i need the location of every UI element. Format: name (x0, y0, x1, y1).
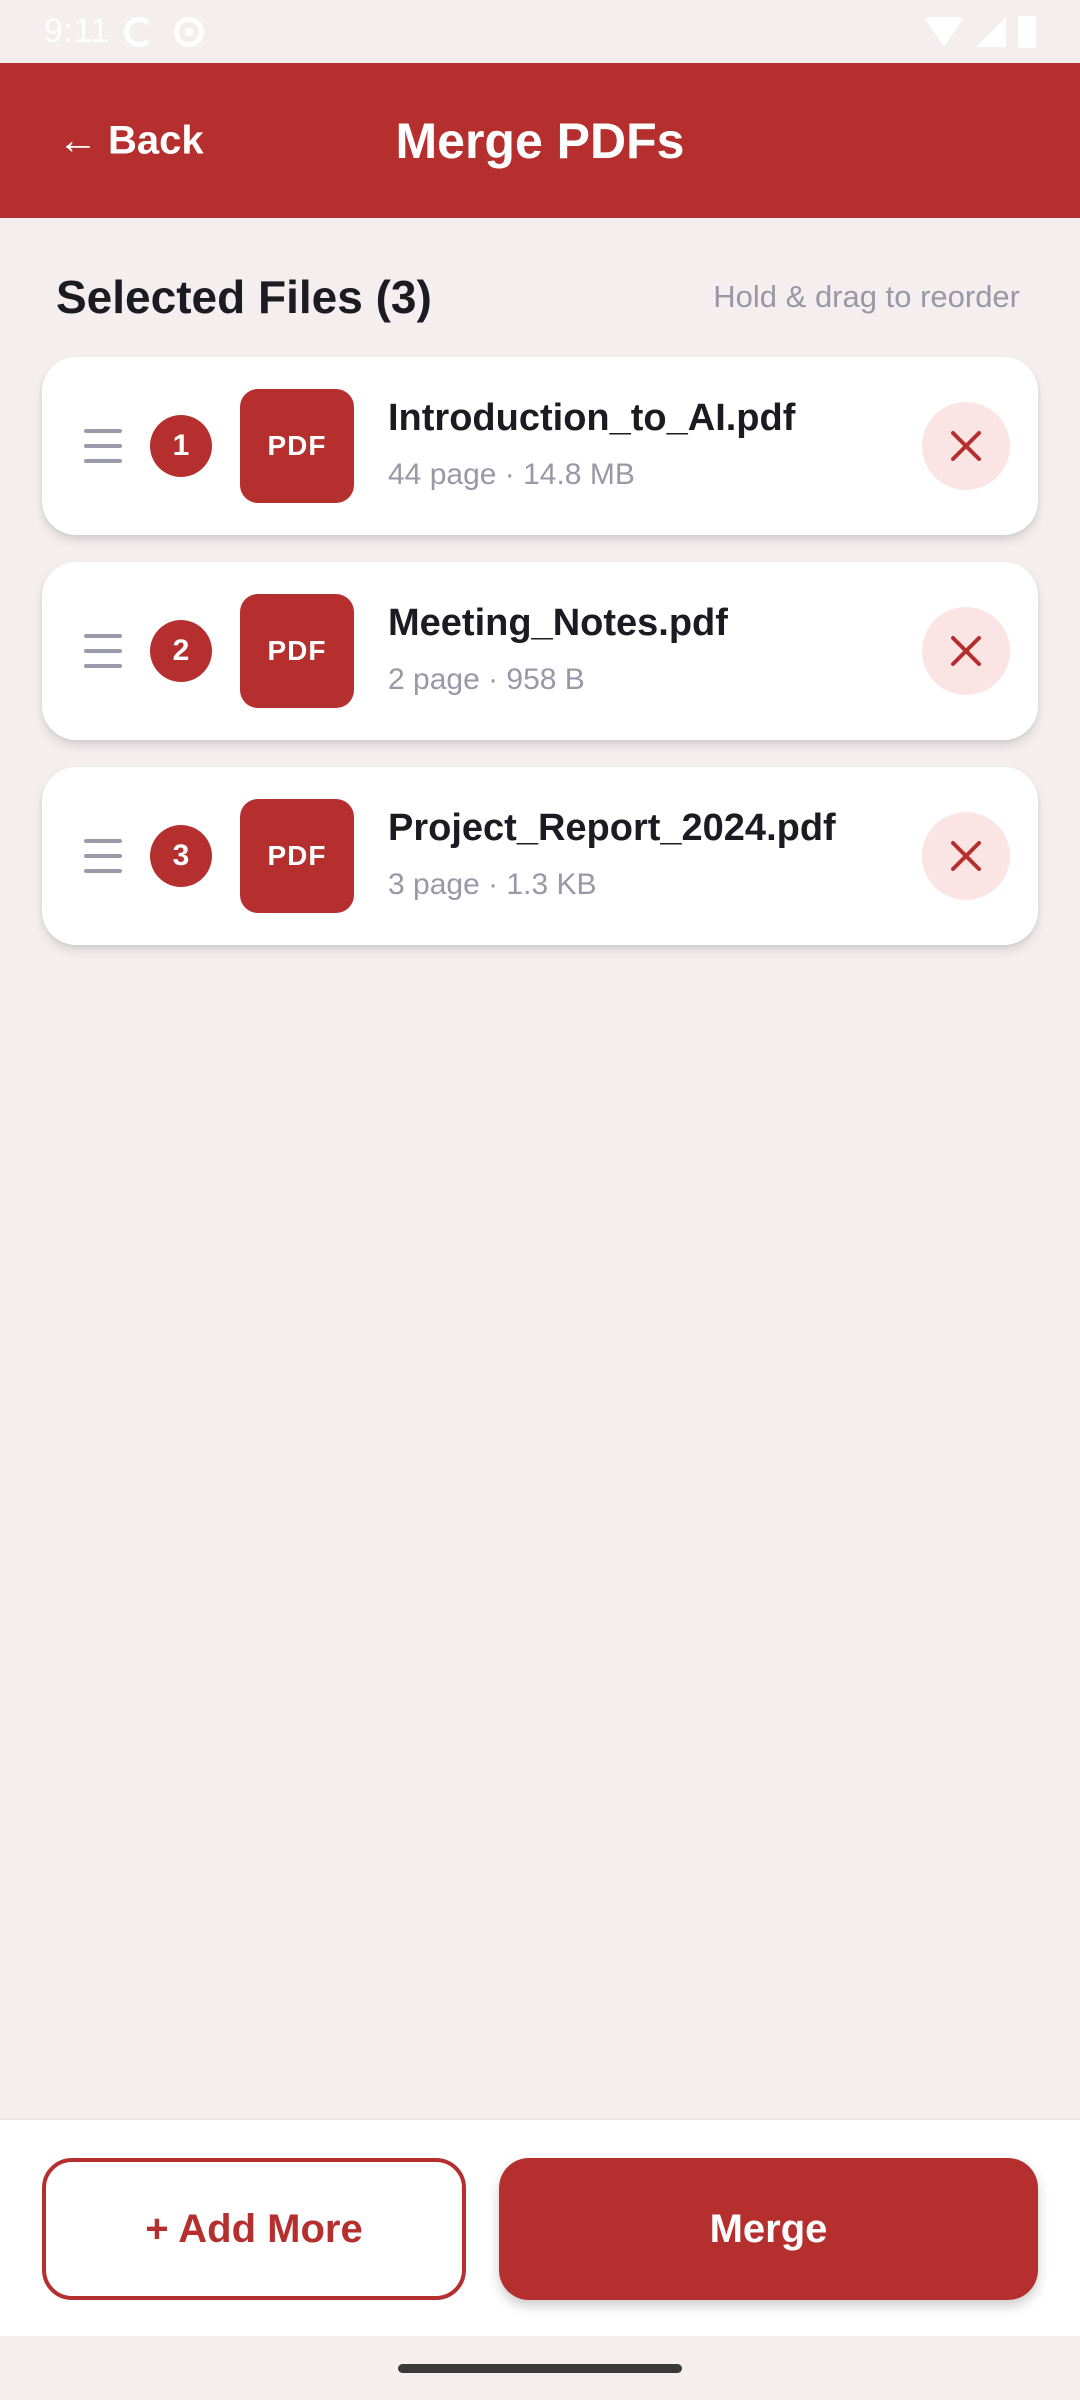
signal-icon (976, 16, 1006, 47)
add-more-button[interactable]: + Add More (42, 2158, 466, 2300)
battery-icon (1018, 15, 1036, 48)
section-header: Selected Files (3) Hold & drag to reorde… (56, 270, 1020, 324)
close-icon (951, 636, 981, 666)
google-icon (123, 16, 154, 47)
drag-handle-icon[interactable] (84, 429, 122, 463)
file-meta: 3 page · 1.3 KB (388, 868, 597, 901)
wifi-icon (924, 16, 964, 47)
status-bar: 9:11 (0, 0, 1080, 63)
order-badge: 3 (150, 825, 212, 887)
status-time: 9:11 (44, 12, 110, 50)
close-icon (951, 431, 981, 461)
app-bar: ← Back Merge PDFs (0, 63, 1080, 218)
order-badge: 2 (150, 620, 212, 682)
file-name: Meeting_Notes.pdf (388, 602, 728, 644)
chrome-icon (173, 16, 204, 47)
file-meta: 2 page · 958 B (388, 663, 585, 696)
section-title: Selected Files (3) (56, 271, 432, 323)
drag-handle-icon[interactable] (84, 839, 122, 873)
navigation-bar (0, 2336, 1080, 2400)
file-info: Meeting_Notes.pdf 2 page · 958 B (388, 602, 908, 697)
page-title: Merge PDFs (395, 112, 685, 169)
bottom-action-bar: + Add More Merge (0, 2118, 1080, 2336)
file-meta: 44 page · 14.8 MB (388, 458, 635, 491)
remove-file-button[interactable] (922, 402, 1010, 490)
order-badge: 1 (150, 415, 212, 477)
pdf-file-icon: PDF (240, 389, 354, 503)
file-name: Project_Report_2024.pdf (388, 807, 836, 849)
merge-button[interactable]: Merge (499, 2158, 1038, 2300)
file-card[interactable]: 3 PDF Project_Report_2024.pdf 3 page · 1… (42, 767, 1038, 945)
status-icons (924, 15, 1036, 48)
pdf-file-icon: PDF (240, 594, 354, 708)
file-card[interactable]: 1 PDF Introduction_to_AI.pdf 44 page · 1… (42, 357, 1038, 535)
remove-file-button[interactable] (922, 607, 1010, 695)
home-indicator[interactable] (398, 2364, 682, 2373)
file-name: Introduction_to_AI.pdf (388, 397, 796, 439)
reorder-hint: Hold & drag to reorder (713, 279, 1020, 314)
remove-file-button[interactable] (922, 812, 1010, 900)
close-icon (951, 841, 981, 871)
file-info: Introduction_to_AI.pdf 44 page · 14.8 MB (388, 397, 908, 492)
file-info: Project_Report_2024.pdf 3 page · 1.3 KB (388, 807, 908, 902)
merge-pdfs-screen: 9:11 ← Back Merge PDFs Selected Files (3… (0, 0, 1080, 2400)
file-card[interactable]: 2 PDF Meeting_Notes.pdf 2 page · 958 B (42, 562, 1038, 740)
drag-handle-icon[interactable] (84, 634, 122, 668)
file-list: 1 PDF Introduction_to_AI.pdf 44 page · 1… (42, 357, 1038, 972)
pdf-file-icon: PDF (240, 799, 354, 913)
